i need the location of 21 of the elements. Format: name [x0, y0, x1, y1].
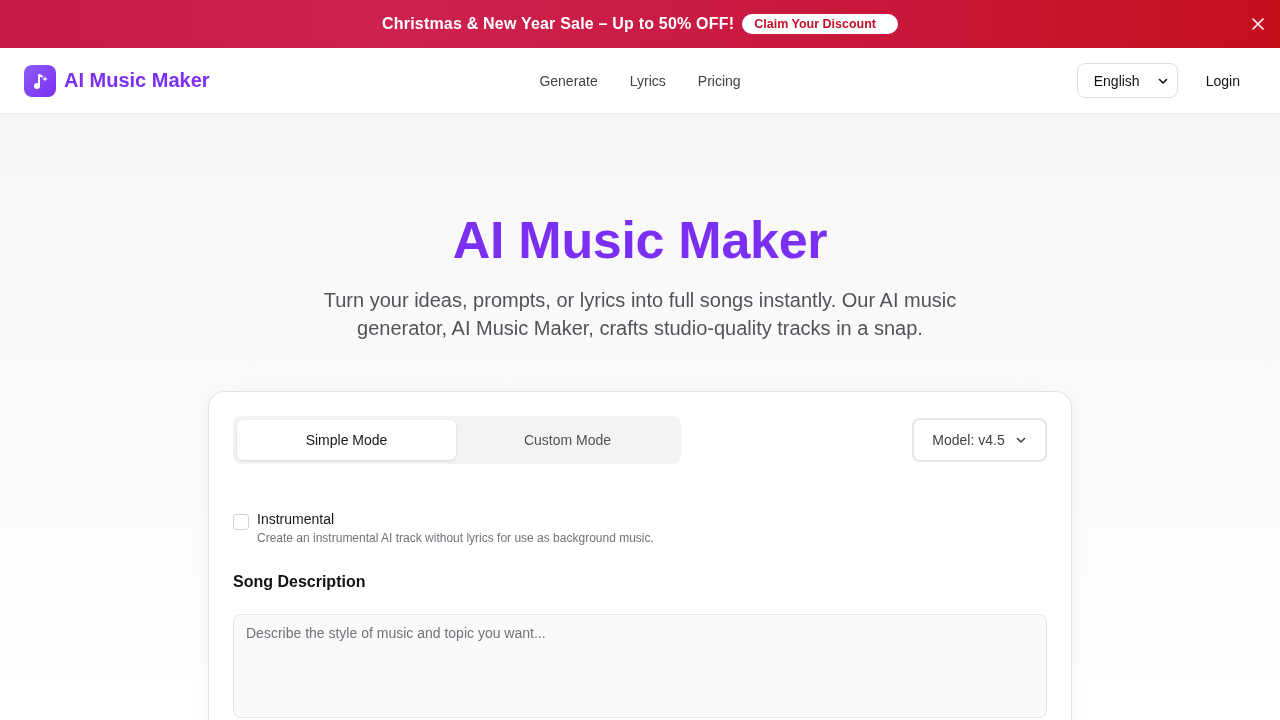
music-note-logo-icon[interactable]: [24, 64, 56, 97]
login-button[interactable]: Login: [1189, 64, 1256, 97]
model-select[interactable]: Model: v4.5: [912, 418, 1047, 462]
close-icon: [1252, 18, 1264, 30]
close-button[interactable]: [1250, 16, 1266, 32]
nav-link[interactable]: Generate: [539, 72, 598, 89]
instrumental-label: Instrumental: [257, 510, 336, 529]
page-title: AI Music Maker: [452, 210, 828, 270]
claim-discount-button[interactable]: Claim Your Discount: [742, 14, 898, 34]
language-select[interactable]: English: [1076, 63, 1178, 98]
nav-link[interactable]: Pricing: [697, 72, 741, 89]
page-subtitle: Turn your ideas, prompts, or lyrics into full songs instantly. Our AI music generator, AI Music Maker, crafts studio-quality tracks in a snap.: [322, 288, 958, 341]
song-description-field[interactable]: Describe the style of music and topic you want...: [233, 614, 1047, 718]
brand-name[interactable]: AI Music Maker: [64, 69, 210, 92]
song-description-label: Song Description: [233, 572, 367, 592]
nav-link[interactable]: Lyrics: [629, 72, 666, 89]
instrumental-description: Create an instrumental AI track without lyrics for use as background music.: [257, 530, 654, 546]
promo-message: Christmas & New Year Sale – Up to 50% OFF!: [382, 15, 735, 33]
mode-tab[interactable]: Simple Mode: [237, 420, 456, 460]
mode-tab[interactable]: Custom Mode: [458, 420, 677, 460]
instrumental-checkbox[interactable]: [233, 514, 249, 530]
